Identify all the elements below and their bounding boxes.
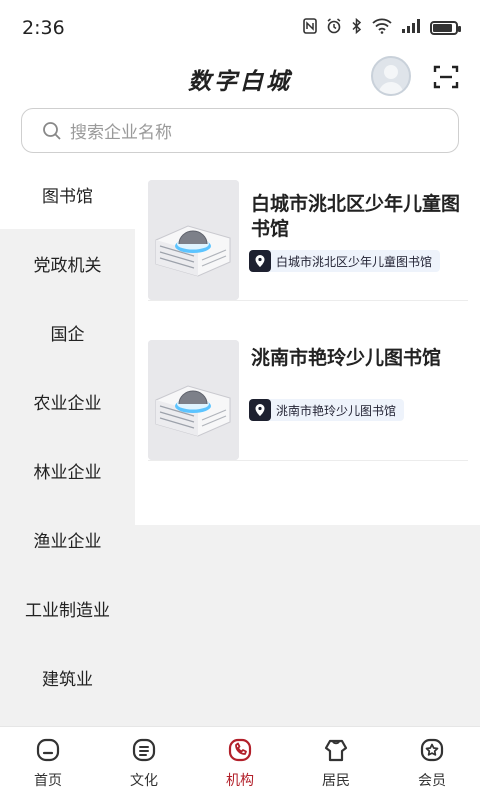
organization-name: 白城市洮北区少年儿童图书馆	[251, 193, 461, 240]
search-icon	[43, 121, 61, 140]
search-placeholder: 搜索企业名称	[70, 123, 172, 143]
scan-icon[interactable]	[433, 64, 459, 90]
location-tag-text: 白城市洮北区少年儿童图书馆	[276, 254, 433, 269]
home-icon	[36, 738, 60, 762]
nfc-icon	[303, 18, 317, 38]
main-content: 图书馆 党政机关 国企 农业企业 林业企业 渔业企业 工业制造业 建筑业 白城市…	[0, 160, 480, 726]
tab-label: 文化	[130, 773, 158, 789]
tab-label: 首页	[34, 773, 62, 789]
sidebar-item-government[interactable]: 党政机关	[0, 229, 135, 298]
organization-list: 白城市洮北区少年儿童图书馆 白城市洮北区少年儿童图书馆 洮南市艳玲少儿图书馆 洮…	[135, 160, 480, 525]
location-pin-icon	[249, 250, 271, 272]
organization-name: 洮南市艳玲少儿图书馆	[251, 347, 442, 369]
search-input[interactable]: 搜索企业名称	[21, 108, 459, 153]
list-item[interactable]: 洮南市艳玲少儿图书馆 洮南市艳玲少儿图书馆	[148, 320, 468, 461]
tab-culture[interactable]: 文化	[96, 727, 192, 801]
sidebar-item-manufacturing[interactable]: 工业制造业	[0, 574, 135, 643]
location-tag-text: 洮南市艳玲少儿图书馆	[276, 403, 397, 418]
sidebar-item-construction[interactable]: 建筑业	[0, 643, 135, 712]
signal-icon	[401, 18, 421, 38]
alarm-icon	[326, 18, 342, 38]
tab-member[interactable]: 会员	[384, 727, 480, 801]
culture-icon	[132, 738, 156, 762]
app-header: 数字白城	[0, 56, 480, 100]
tab-label: 会员	[418, 773, 446, 789]
location-tag: 白城市洮北区少年儿童图书馆	[249, 250, 441, 272]
sidebar-item-library[interactable]: 图书馆	[0, 160, 135, 229]
sidebar-item-agriculture[interactable]: 农业企业	[0, 367, 135, 436]
tab-label: 居民	[322, 773, 350, 789]
location-pin-icon	[249, 399, 271, 421]
bluetooth-icon	[351, 17, 363, 38]
status-time: 2:36	[22, 17, 65, 39]
wifi-icon	[372, 18, 392, 38]
sidebar-item-forestry[interactable]: 林业企业	[0, 436, 135, 505]
tab-home[interactable]: 首页	[0, 727, 96, 801]
avatar[interactable]	[371, 56, 411, 96]
category-sidebar: 图书馆 党政机关 国企 农业企业 林业企业 渔业企业 工业制造业 建筑业	[0, 160, 135, 726]
tab-label: 机构	[226, 773, 254, 789]
tab-residents[interactable]: 居民	[288, 727, 384, 801]
sidebar-item-state-enterprise[interactable]: 国企	[0, 298, 135, 367]
list-item[interactable]: 白城市洮北区少年儿童图书馆 白城市洮北区少年儿童图书馆	[148, 160, 468, 301]
tab-institution[interactable]: 机构	[192, 727, 288, 801]
residents-icon	[324, 739, 348, 762]
bottom-tab-bar: 首页 文化 机构 居民 会员	[0, 726, 480, 801]
location-tag: 洮南市艳玲少儿图书馆	[249, 399, 405, 421]
sidebar-item-fishery[interactable]: 渔业企业	[0, 505, 135, 574]
member-icon	[420, 738, 444, 762]
status-bar: 2:36	[0, 0, 480, 56]
battery-icon	[430, 21, 461, 35]
building-thumbnail	[148, 180, 239, 300]
institution-icon	[228, 738, 252, 762]
status-icons	[303, 17, 461, 38]
building-thumbnail	[148, 340, 239, 460]
